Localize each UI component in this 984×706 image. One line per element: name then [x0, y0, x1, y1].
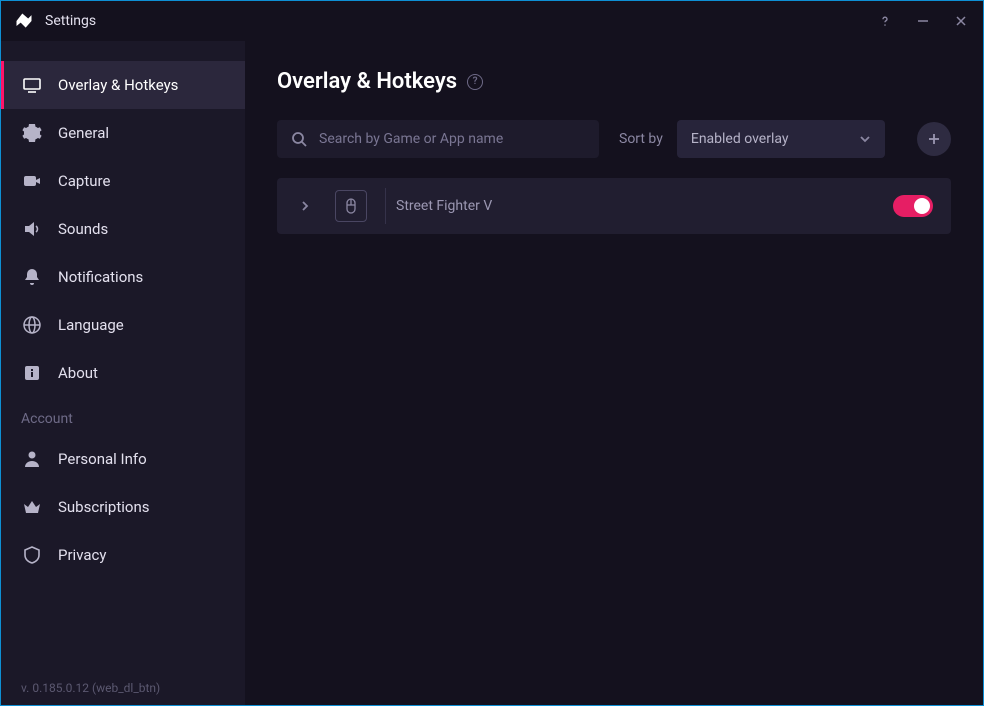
game-name: Street Fighter V — [385, 188, 879, 224]
sidebar: Overlay & Hotkeys General Capture Sounds — [1, 41, 245, 705]
sort-by: Sort by Enabled overlay — [619, 120, 885, 158]
person-icon — [22, 449, 42, 469]
page-title: Overlay & Hotkeys — [277, 69, 457, 94]
titlebar: Settings — [1, 1, 983, 41]
sidebar-section-account: Account — [1, 397, 245, 435]
search-input[interactable] — [319, 131, 585, 147]
content: Overlay & Hotkeys ? Sort by Enabled over… — [245, 41, 983, 705]
search-box[interactable] — [277, 120, 599, 158]
sidebar-item-label: Sounds — [58, 220, 108, 238]
sidebar-item-label: Overlay & Hotkeys — [58, 76, 178, 94]
sort-value: Enabled overlay — [691, 131, 789, 147]
sidebar-item-subscriptions[interactable]: Subscriptions — [1, 483, 245, 531]
sidebar-item-overlay[interactable]: Overlay & Hotkeys — [1, 61, 245, 109]
sidebar-item-label: General — [58, 124, 109, 142]
window-title: Settings — [45, 13, 875, 29]
gear-icon — [22, 123, 42, 143]
sidebar-item-notifications[interactable]: Notifications — [1, 253, 245, 301]
sidebar-item-personal-info[interactable]: Personal Info — [1, 435, 245, 483]
version-label: v. 0.185.0.12 (web_dl_btn) — [21, 681, 160, 695]
overlay-toggle[interactable] — [893, 195, 933, 217]
help-icon[interactable]: ? — [467, 74, 483, 90]
sidebar-item-language[interactable]: Language — [1, 301, 245, 349]
window-controls — [875, 11, 971, 31]
sidebar-item-label: About — [58, 364, 98, 382]
sidebar-item-label: Personal Info — [58, 450, 147, 468]
crown-icon — [22, 497, 42, 517]
help-icon[interactable] — [875, 11, 895, 31]
sidebar-item-label: Privacy — [58, 546, 106, 564]
app-logo — [13, 10, 35, 32]
game-list: Street Fighter V — [277, 178, 951, 234]
sidebar-item-general[interactable]: General — [1, 109, 245, 157]
globe-icon — [22, 315, 42, 335]
speaker-icon — [22, 219, 42, 239]
close-icon[interactable] — [951, 11, 971, 31]
expand-button[interactable] — [295, 196, 315, 216]
add-button[interactable] — [917, 122, 951, 156]
sort-label: Sort by — [619, 131, 663, 147]
sidebar-item-label: Language — [58, 316, 124, 334]
minimize-icon[interactable] — [913, 11, 933, 31]
sidebar-item-label: Notifications — [58, 268, 143, 286]
shield-icon — [22, 545, 42, 565]
page-title-row: Overlay & Hotkeys ? — [277, 69, 951, 94]
sidebar-item-about[interactable]: About — [1, 349, 245, 397]
toolbar: Sort by Enabled overlay — [277, 120, 951, 158]
sidebar-item-label: Subscriptions — [58, 498, 149, 516]
camera-icon — [22, 171, 42, 191]
bell-icon — [22, 267, 42, 287]
search-icon — [291, 131, 307, 147]
chevron-down-icon — [859, 133, 871, 145]
sidebar-item-privacy[interactable]: Privacy — [1, 531, 245, 579]
game-row: Street Fighter V — [277, 178, 951, 234]
overlay-icon — [22, 75, 42, 95]
sort-dropdown[interactable]: Enabled overlay — [677, 120, 885, 158]
sidebar-item-label: Capture — [58, 172, 110, 190]
info-icon — [22, 363, 42, 383]
sidebar-item-capture[interactable]: Capture — [1, 157, 245, 205]
game-icon — [335, 190, 367, 222]
sidebar-item-sounds[interactable]: Sounds — [1, 205, 245, 253]
